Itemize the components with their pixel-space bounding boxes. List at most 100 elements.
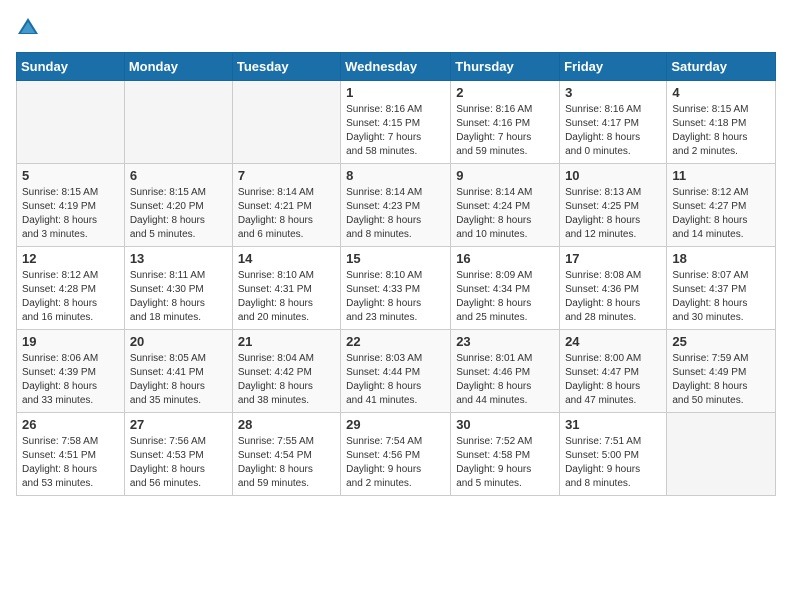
calendar-week-row: 5 Sunrise: 8:15 AM Sunset: 4:19 PM Daylig… [17,164,776,247]
day-number: 23 [456,334,554,349]
calendar-cell: 5 Sunrise: 8:15 AM Sunset: 4:19 PM Daylig… [17,164,125,247]
calendar-cell: 30Sunrise: 7:52 AM Sunset: 4:58 PM Dayli… [451,413,560,496]
weekday-header: Friday [560,53,667,81]
day-info: Sunrise: 8:14 AM Sunset: 4:23 PM Dayligh… [346,186,445,242]
day-number: 28 [238,417,335,432]
calendar-cell: 3 Sunrise: 8:16 AM Sunset: 4:17 PM Daylig… [560,81,667,164]
day-info: Sunrise: 8:15 AM Sunset: 4:20 PM Dayligh… [130,186,227,242]
day-number: 21 [238,334,335,349]
calendar-cell [17,81,125,164]
day-info: Sunrise: 8:14 AM Sunset: 4:21 PM Dayligh… [238,186,335,242]
calendar-cell: 17 Sunrise: 8:08 AM Sunset: 4:36 PM Dayli… [560,247,667,330]
calendar-header-row: SundayMondayTuesdayWednesdayThursdayFrid… [17,53,776,81]
day-number: 5 [22,168,119,183]
calendar-cell: 13 Sunrise: 8:11 AM Sunset: 4:30 PM Dayli… [124,247,232,330]
calendar-cell: 6 Sunrise: 8:15 AM Sunset: 4:20 PM Daylig… [124,164,232,247]
calendar-week-row: 19 Sunrise: 8:06 AM Sunset: 4:39 PM Dayli… [17,330,776,413]
day-number: 1 [346,85,445,100]
day-info: Sunrise: 8:16 AM Sunset: 4:17 PM Dayligh… [565,103,661,159]
calendar-cell: 10Sunrise: 8:13 AM Sunset: 4:25 PM Dayli… [560,164,667,247]
calendar-cell [124,81,232,164]
calendar-cell: 9Sunrise: 8:14 AM Sunset: 4:24 PM Daylig… [451,164,560,247]
weekday-header: Tuesday [232,53,340,81]
calendar-cell: 25 Sunrise: 7:59 AM Sunset: 4:49 PM Dayli… [667,330,776,413]
calendar-cell: 29 Sunrise: 7:54 AM Sunset: 4:56 PM Dayli… [341,413,451,496]
day-number: 4 [672,85,770,100]
weekday-header: Monday [124,53,232,81]
day-info: Sunrise: 8:13 AM Sunset: 4:25 PM Dayligh… [565,186,661,242]
calendar-cell: 19 Sunrise: 8:06 AM Sunset: 4:39 PM Dayli… [17,330,125,413]
day-info: Sunrise: 8:15 AM Sunset: 4:19 PM Dayligh… [22,186,119,242]
day-number: 15 [346,251,445,266]
calendar-week-row: 12Sunrise: 8:12 AM Sunset: 4:28 PM Dayli… [17,247,776,330]
calendar-cell: 11 Sunrise: 8:12 AM Sunset: 4:27 PM Dayli… [667,164,776,247]
day-info: Sunrise: 7:55 AM Sunset: 4:54 PM Dayligh… [238,435,335,491]
calendar-cell: 12Sunrise: 8:12 AM Sunset: 4:28 PM Dayli… [17,247,125,330]
calendar-cell: 2Sunrise: 8:16 AM Sunset: 4:16 PM Daylig… [451,81,560,164]
day-number: 3 [565,85,661,100]
calendar-cell: 23 Sunrise: 8:01 AM Sunset: 4:46 PM Dayli… [451,330,560,413]
day-info: Sunrise: 8:06 AM Sunset: 4:39 PM Dayligh… [22,352,119,408]
day-info: Sunrise: 7:54 AM Sunset: 4:56 PM Dayligh… [346,435,445,491]
calendar-cell: 21Sunrise: 8:04 AM Sunset: 4:42 PM Dayli… [232,330,340,413]
day-info: Sunrise: 7:56 AM Sunset: 4:53 PM Dayligh… [130,435,227,491]
day-number: 17 [565,251,661,266]
logo-icon [16,16,40,40]
day-number: 27 [130,417,227,432]
day-number: 2 [456,85,554,100]
calendar-cell: 31 Sunrise: 7:51 AM Sunset: 5:00 PM Dayli… [560,413,667,496]
calendar-cell: 4 Sunrise: 8:15 AM Sunset: 4:18 PM Daylig… [667,81,776,164]
day-number: 11 [672,168,770,183]
weekday-header: Sunday [17,53,125,81]
day-number: 26 [22,417,119,432]
day-info: Sunrise: 8:01 AM Sunset: 4:46 PM Dayligh… [456,352,554,408]
day-info: Sunrise: 8:10 AM Sunset: 4:31 PM Dayligh… [238,269,335,325]
day-number: 16 [456,251,554,266]
calendar-cell: 7 Sunrise: 8:14 AM Sunset: 4:21 PM Daylig… [232,164,340,247]
day-number: 8 [346,168,445,183]
day-info: Sunrise: 8:14 AM Sunset: 4:24 PM Dayligh… [456,186,554,242]
day-info: Sunrise: 8:12 AM Sunset: 4:27 PM Dayligh… [672,186,770,242]
day-info: Sunrise: 7:51 AM Sunset: 5:00 PM Dayligh… [565,435,661,491]
day-number: 25 [672,334,770,349]
day-number: 22 [346,334,445,349]
calendar-table: SundayMondayTuesdayWednesdayThursdayFrid… [16,52,776,496]
day-info: Sunrise: 8:05 AM Sunset: 4:41 PM Dayligh… [130,352,227,408]
calendar-cell: 28 Sunrise: 7:55 AM Sunset: 4:54 PM Dayli… [232,413,340,496]
day-number: 19 [22,334,119,349]
day-number: 7 [238,168,335,183]
day-info: Sunrise: 8:16 AM Sunset: 4:15 PM Dayligh… [346,103,445,159]
day-info: Sunrise: 8:08 AM Sunset: 4:36 PM Dayligh… [565,269,661,325]
calendar-cell: 22Sunrise: 8:03 AM Sunset: 4:44 PM Dayli… [341,330,451,413]
day-info: Sunrise: 8:12 AM Sunset: 4:28 PM Dayligh… [22,269,119,325]
day-number: 31 [565,417,661,432]
calendar-cell: 14 Sunrise: 8:10 AM Sunset: 4:31 PM Dayli… [232,247,340,330]
day-number: 13 [130,251,227,266]
day-number: 24 [565,334,661,349]
day-info: Sunrise: 8:07 AM Sunset: 4:37 PM Dayligh… [672,269,770,325]
day-number: 18 [672,251,770,266]
day-number: 14 [238,251,335,266]
day-info: Sunrise: 8:00 AM Sunset: 4:47 PM Dayligh… [565,352,661,408]
page-header [16,16,776,40]
day-number: 29 [346,417,445,432]
calendar-cell: 8 Sunrise: 8:14 AM Sunset: 4:23 PM Daylig… [341,164,451,247]
logo [16,16,44,40]
calendar-cell: 27 Sunrise: 7:56 AM Sunset: 4:53 PM Dayli… [124,413,232,496]
day-info: Sunrise: 8:10 AM Sunset: 4:33 PM Dayligh… [346,269,445,325]
day-number: 6 [130,168,227,183]
day-info: Sunrise: 8:11 AM Sunset: 4:30 PM Dayligh… [130,269,227,325]
calendar-week-row: 26 Sunrise: 7:58 AM Sunset: 4:51 PM Dayli… [17,413,776,496]
weekday-header: Saturday [667,53,776,81]
day-info: Sunrise: 8:09 AM Sunset: 4:34 PM Dayligh… [456,269,554,325]
day-info: Sunrise: 7:52 AM Sunset: 4:58 PM Dayligh… [456,435,554,491]
weekday-header: Thursday [451,53,560,81]
day-info: Sunrise: 7:58 AM Sunset: 4:51 PM Dayligh… [22,435,119,491]
calendar-cell: 24 Sunrise: 8:00 AM Sunset: 4:47 PM Dayli… [560,330,667,413]
calendar-cell: 26 Sunrise: 7:58 AM Sunset: 4:51 PM Dayli… [17,413,125,496]
calendar-cell: 15 Sunrise: 8:10 AM Sunset: 4:33 PM Dayli… [341,247,451,330]
calendar-cell: 16 Sunrise: 8:09 AM Sunset: 4:34 PM Dayli… [451,247,560,330]
day-info: Sunrise: 7:59 AM Sunset: 4:49 PM Dayligh… [672,352,770,408]
day-info: Sunrise: 8:15 AM Sunset: 4:18 PM Dayligh… [672,103,770,159]
calendar-cell: 20Sunrise: 8:05 AM Sunset: 4:41 PM Dayli… [124,330,232,413]
